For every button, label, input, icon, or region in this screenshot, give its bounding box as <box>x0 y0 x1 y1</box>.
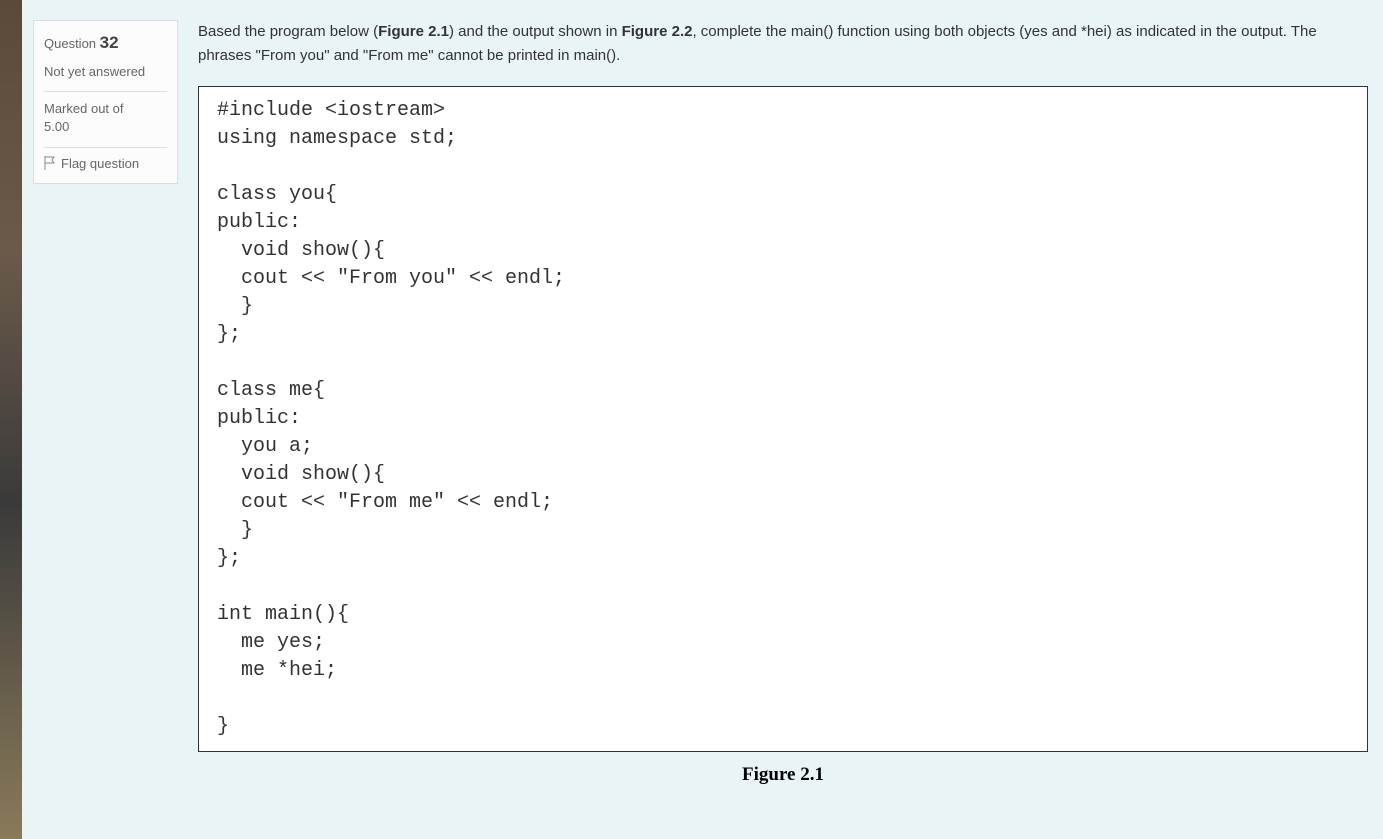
figure-ref-2: Figure 2.2 <box>622 23 693 40</box>
question-number: 32 <box>100 33 119 52</box>
question-info-panel: Question 32 Not yet answered Marked out … <box>33 20 178 184</box>
code-listing: #include <iostream> using namespace std;… <box>198 86 1368 752</box>
prompt-text-1: Based the program below ( <box>198 23 378 40</box>
question-label-text: Question <box>44 36 96 51</box>
marked-label: Marked out of <box>44 101 124 116</box>
marked-value: 5.00 <box>44 119 69 134</box>
flag-question-text: Flag question <box>61 156 139 171</box>
question-content: Based the program below (Figure 2.1) and… <box>198 20 1368 786</box>
flag-question-link[interactable]: Flag question <box>44 147 167 171</box>
background-decoration <box>0 0 22 839</box>
answer-status: Not yet answered <box>44 63 167 81</box>
question-label: Question 32 <box>44 33 167 53</box>
figure-caption: Figure 2.1 <box>198 764 1368 786</box>
figure-ref-1: Figure 2.1 <box>378 23 449 40</box>
flag-icon <box>44 156 56 170</box>
marks-info: Marked out of 5.00 <box>44 91 167 136</box>
prompt-text-2: ) and the output shown in <box>449 23 622 40</box>
question-prompt: Based the program below (Figure 2.1) and… <box>198 20 1368 68</box>
